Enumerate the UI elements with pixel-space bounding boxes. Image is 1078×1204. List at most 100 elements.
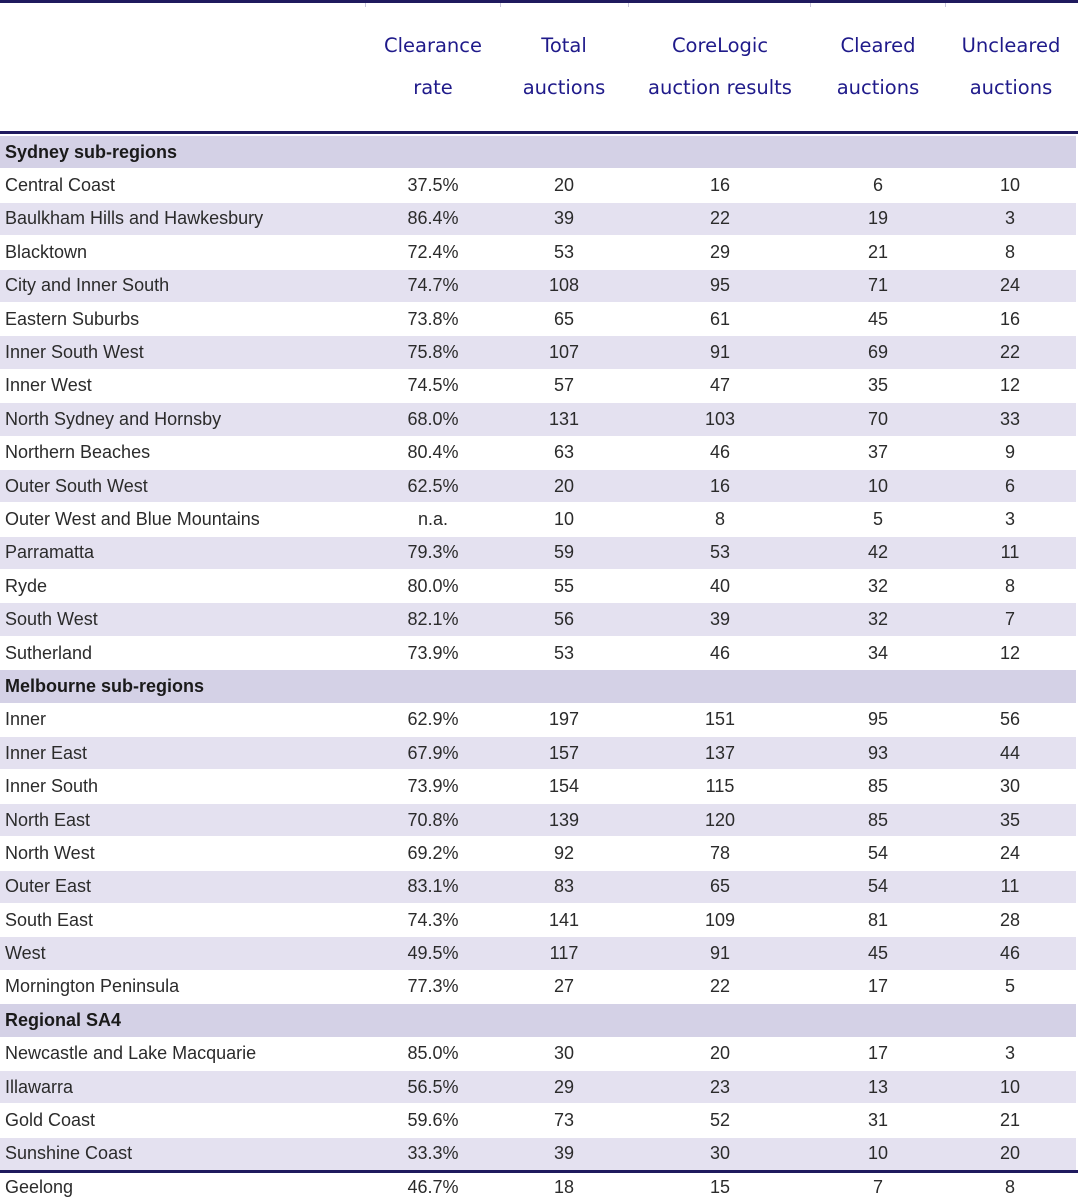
section-title: Regional SA4: [0, 1003, 1077, 1038]
clearance-rate-cell: 79.3%: [366, 535, 500, 570]
table-row: Northern Beaches 80.4% 63 46 37 9: [0, 435, 1077, 470]
uncleared-auctions-cell: 35: [944, 802, 1077, 837]
uncleared-auctions-cell: 28: [944, 902, 1077, 937]
clearance-rate-cell: 80.0%: [366, 569, 500, 603]
total-auctions-cell: 139: [500, 802, 628, 837]
uncleared-auctions-cell: 12: [944, 368, 1077, 403]
clearance-rate-cell: 75.8%: [366, 335, 500, 370]
uncleared-auctions-cell: 7: [944, 602, 1077, 637]
uncleared-auctions-cell: 16: [944, 301, 1077, 336]
uncleared-auctions-cell: 24: [944, 836, 1077, 871]
cleared-auctions-cell: 17: [812, 1036, 944, 1071]
table-row: Outer East 83.1% 83 65 54 11: [0, 869, 1077, 904]
region-name-cell: Outer East: [0, 869, 366, 904]
clearance-rate-cell: 56.5%: [366, 1069, 500, 1104]
column-header-line: auctions: [969, 76, 1053, 99]
uncleared-auctions-cell: 56: [944, 702, 1077, 737]
table-row: North East 70.8% 139 120 85 35: [0, 802, 1077, 837]
section-header-row: Regional SA4: [0, 1003, 1077, 1038]
corelogic-results-cell: 103: [628, 402, 812, 437]
section-header-row: Sydney sub-regions: [0, 134, 1077, 169]
clearance-rate-cell: 70.8%: [366, 802, 500, 837]
column-header-line: Clearance: [383, 34, 483, 57]
corelogic-results-cell: 16: [628, 168, 812, 203]
section-title: Sydney sub-regions: [0, 134, 1077, 169]
uncleared-auctions-cell: 8: [944, 569, 1077, 603]
cleared-auctions-cell: 35: [812, 368, 944, 403]
total-auctions-cell: 18: [500, 1170, 628, 1204]
clearance-rate-cell: 49.5%: [366, 936, 500, 971]
total-auctions-cell: 39: [500, 201, 628, 236]
total-auctions-cell: 20: [500, 468, 628, 503]
cleared-auctions-cell: 32: [812, 569, 944, 603]
uncleared-auctions-cell: 20: [944, 1136, 1077, 1171]
region-name-cell: Inner East: [0, 736, 366, 770]
clearance-rate-cell: 80.4%: [366, 435, 500, 470]
cleared-auctions-cell: 19: [812, 201, 944, 236]
table-row: Newcastle and Lake Macquarie 85.0% 30 20 17 3: [0, 1036, 1077, 1071]
region-name-cell: Inner South West: [0, 335, 366, 370]
total-auctions-cell: 107: [500, 335, 628, 370]
clearance-rate-cell: 73.9%: [366, 769, 500, 804]
corelogic-results-cell: 8: [628, 502, 812, 537]
cleared-auctions-cell: 85: [812, 769, 944, 804]
region-name-cell: Sunshine Coast: [0, 1136, 366, 1171]
clearance-rate-cell: 86.4%: [366, 201, 500, 236]
clearance-rate-cell: 74.5%: [366, 368, 500, 403]
column-header-line: auctions: [836, 76, 920, 99]
clearance-rate-cell: 33.3%: [366, 1136, 500, 1171]
region-name-cell: South West: [0, 602, 366, 637]
total-auctions-cell: 65: [500, 301, 628, 336]
column-header-line: Cleared: [840, 34, 916, 57]
total-auctions-cell: 55: [500, 569, 628, 603]
cleared-auctions-cell: 42: [812, 535, 944, 570]
table-row: West 49.5% 117 91 45 46: [0, 936, 1077, 971]
uncleared-auctions-cell: 33: [944, 402, 1077, 437]
table-row: Baulkham Hills and Hawkesbury 86.4% 39 22 19…: [0, 201, 1077, 236]
table-row: Inner 62.9% 197 151 95 56: [0, 702, 1077, 737]
uncleared-auctions-cell: 3: [944, 1036, 1077, 1071]
region-name-cell: Inner: [0, 702, 366, 737]
clearance-rate-cell: 74.7%: [366, 268, 500, 303]
total-auctions-cell: 154: [500, 769, 628, 804]
uncleared-auctions-cell: 6: [944, 468, 1077, 503]
corelogic-results-cell: 40: [628, 569, 812, 603]
clearance-rate-cell: 73.9%: [366, 635, 500, 670]
uncleared-auctions-cell: 12: [944, 635, 1077, 670]
total-auctions-cell: 131: [500, 402, 628, 437]
corelogic-results-cell: 52: [628, 1103, 812, 1138]
corelogic-results-cell: 39: [628, 602, 812, 637]
clearance-rate-cell: 59.6%: [366, 1103, 500, 1138]
corelogic-results-cell: 46: [628, 435, 812, 470]
column-header-line: auction results: [648, 76, 792, 99]
clearance-rate-cell: 72.4%: [366, 235, 500, 270]
total-auctions-cell: 141: [500, 902, 628, 937]
column-header-corelogic-results: CoreLogic auction results: [628, 25, 812, 109]
corelogic-results-cell: 115: [628, 769, 812, 804]
total-auctions-cell: 10: [500, 502, 628, 537]
corelogic-results-cell: 22: [628, 969, 812, 1004]
total-auctions-cell: 56: [500, 602, 628, 637]
corelogic-results-cell: 78: [628, 836, 812, 871]
cleared-auctions-cell: 54: [812, 869, 944, 904]
cleared-auctions-cell: 45: [812, 301, 944, 336]
cleared-auctions-cell: 5: [812, 502, 944, 537]
column-header-line: CoreLogic: [671, 34, 769, 57]
region-name-cell: City and Inner South: [0, 268, 366, 303]
region-name-cell: Blacktown: [0, 235, 366, 270]
cleared-auctions-cell: 95: [812, 702, 944, 737]
uncleared-auctions-cell: 44: [944, 736, 1077, 770]
uncleared-auctions-cell: 11: [944, 535, 1077, 570]
uncleared-auctions-cell: 21: [944, 1103, 1077, 1138]
total-auctions-cell: 27: [500, 969, 628, 1004]
table-row: City and Inner South 74.7% 108 95 71 24: [0, 268, 1077, 303]
uncleared-auctions-cell: 8: [944, 235, 1077, 270]
corelogic-results-cell: 95: [628, 268, 812, 303]
table-row: North West 69.2% 92 78 54 24: [0, 836, 1077, 871]
total-auctions-cell: 108: [500, 268, 628, 303]
corelogic-results-cell: 65: [628, 869, 812, 904]
corelogic-results-cell: 151: [628, 702, 812, 737]
cleared-auctions-cell: 85: [812, 802, 944, 837]
corelogic-results-cell: 91: [628, 335, 812, 370]
table-row: Mornington Peninsula 77.3% 27 22 17 5: [0, 969, 1077, 1004]
